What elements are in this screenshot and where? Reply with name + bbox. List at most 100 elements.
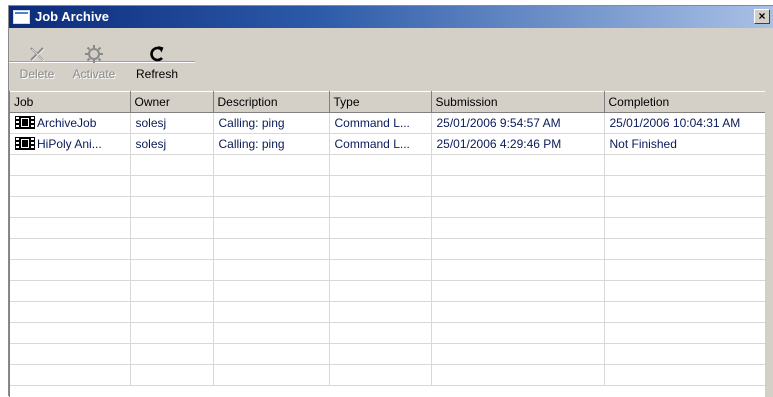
empty-cell [213,322,330,344]
empty-cell [10,364,131,386]
empty-cell [130,280,214,302]
empty-row [10,154,767,176]
submission-cell: 25/01/2006 4:29:46 PM [431,133,605,155]
refresh-icon [150,46,164,62]
empty-cell [604,364,767,386]
empty-cell [329,343,432,365]
column-header-owner[interactable]: Owner [130,91,214,113]
submission-cell: 25/01/2006 9:54:57 AM [431,112,605,134]
empty-cell [329,238,432,260]
activate-gear-icon [85,45,103,63]
empty-cell [10,217,131,239]
empty-row [10,343,767,365]
column-header-type[interactable]: Type [329,91,432,113]
film-job-icon [15,137,35,150]
empty-cell [213,364,330,386]
empty-cell [130,343,214,365]
empty-cell [329,175,432,197]
empty-cell [10,154,131,176]
empty-cell [213,196,330,218]
empty-cell [431,280,605,302]
empty-cell [604,280,767,302]
empty-cell [604,322,767,344]
job-cell: ArchiveJob [10,112,131,134]
empty-cell [10,196,131,218]
completion-cell: 25/01/2006 10:04:31 AM [604,112,767,134]
empty-cell [431,175,605,197]
table-header-row: Job Owner Description Type Submission Co… [10,91,767,113]
refresh-button-label: Refresh [135,67,179,81]
empty-cell [130,196,214,218]
type-cell: Command L... [329,112,432,134]
column-header-description[interactable]: Description [213,91,330,113]
table-row[interactable]: ArchiveJob solesj Calling: ping Command … [10,112,767,134]
empty-row [10,280,767,302]
empty-cell [431,364,605,386]
owner-cell: solesj [130,112,214,134]
empty-cell [10,343,131,365]
empty-cell [213,217,330,239]
empty-cell [130,322,214,344]
empty-cell [329,322,432,344]
empty-cell [604,259,767,281]
empty-cell [130,364,214,386]
refresh-button[interactable]: Refresh [129,43,185,83]
empty-row [10,364,767,386]
empty-cell [604,175,767,197]
empty-cell [431,322,605,344]
window-title: Job Archive [35,9,109,24]
activate-button[interactable]: Activate [61,43,127,83]
empty-cell [431,301,605,323]
close-button[interactable]: × [754,9,770,24]
window-right-border [765,91,773,397]
column-header-job[interactable]: Job [10,91,131,113]
empty-cell [10,301,131,323]
title-bar[interactable]: Job Archive × [9,6,773,28]
empty-cell [431,259,605,281]
window-app-icon [13,10,30,24]
description-cell: Calling: ping [213,112,330,134]
empty-cell [213,175,330,197]
empty-cell [431,343,605,365]
empty-cell [604,238,767,260]
job-cell: HiPoly Ani... [10,133,131,155]
empty-row [10,301,767,323]
empty-cell [213,238,330,260]
column-header-completion[interactable]: Completion [604,91,767,113]
job-name: HiPoly Ani... [37,137,102,151]
description-cell: Calling: ping [213,133,330,155]
empty-cell [130,175,214,197]
empty-row [10,259,767,281]
column-header-submission[interactable]: Submission [431,91,605,113]
empty-cell [431,196,605,218]
empty-cell [604,343,767,365]
table-row[interactable]: HiPoly Ani... solesj Calling: ping Comma… [10,133,767,155]
delete-button[interactable]: Delete [15,43,59,83]
job-name: ArchiveJob [37,116,97,130]
empty-cell [329,154,432,176]
delete-button-label: Delete [19,67,55,81]
empty-cell [130,217,214,239]
empty-cell [329,280,432,302]
completion-cell: Not Finished [604,133,767,155]
empty-cell [130,259,214,281]
type-cell: Command L... [329,133,432,155]
empty-cell [10,238,131,260]
empty-cell [213,259,330,281]
empty-cell [10,175,131,197]
film-job-icon [15,116,35,129]
empty-cell [431,238,605,260]
owner-cell: solesj [130,133,214,155]
toolbar: Delete Activate Refresh [9,29,773,91]
empty-row [10,322,767,344]
empty-cell [604,301,767,323]
job-table: Job Owner Description Type Submission Co… [9,91,767,397]
empty-cell [10,280,131,302]
empty-cell [431,217,605,239]
empty-cell [130,301,214,323]
empty-cell [329,364,432,386]
empty-row [10,196,767,218]
empty-cell [130,238,214,260]
empty-cell [213,154,330,176]
empty-cell [213,280,330,302]
